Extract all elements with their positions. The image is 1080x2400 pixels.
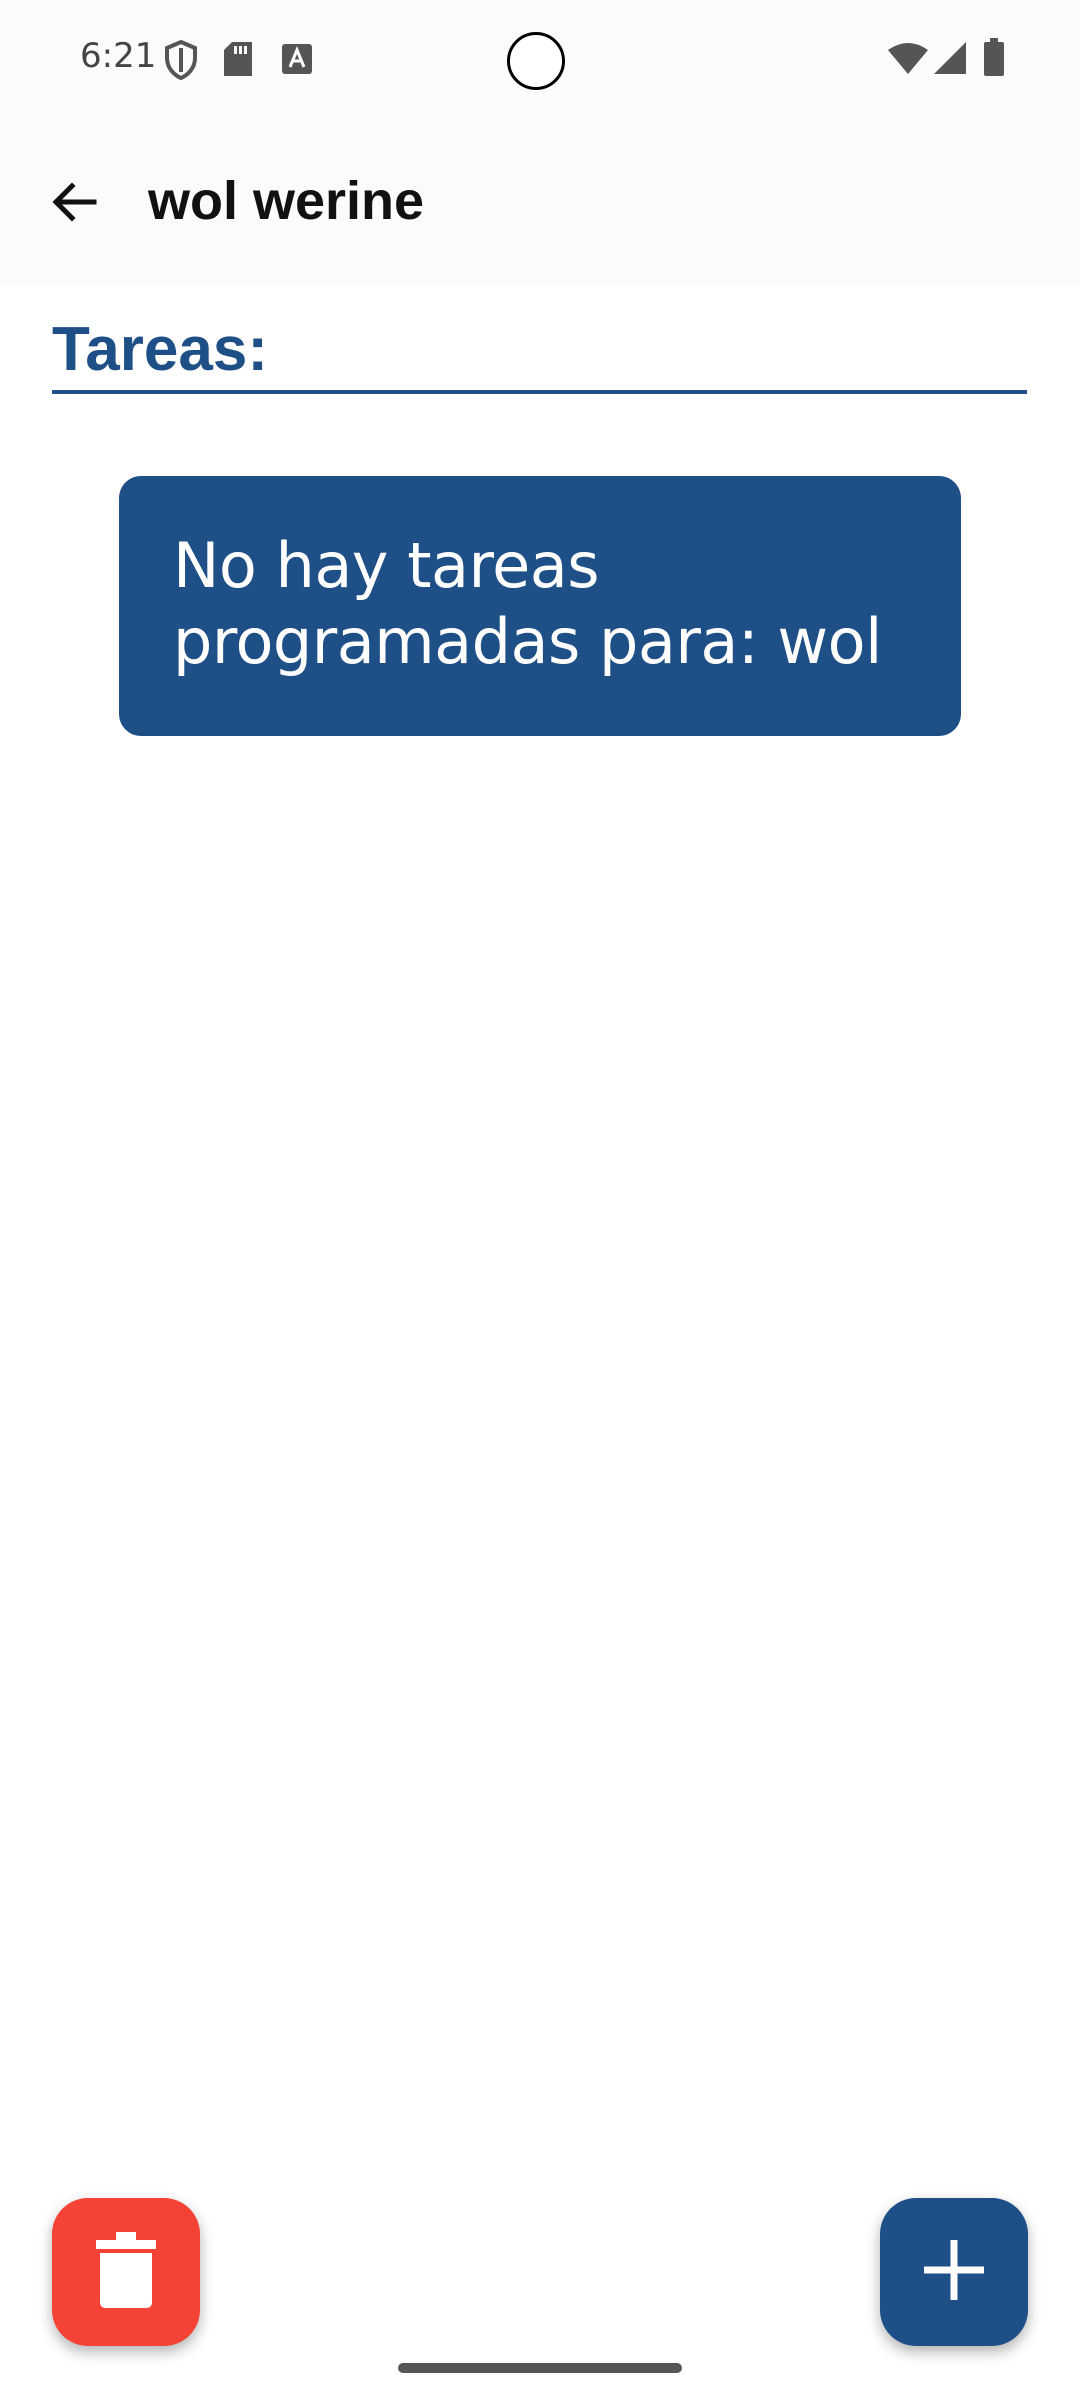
delete-button[interactable] [52,2198,200,2346]
status-bar: 6:21 [0,0,1080,120]
empty-state-card: No hay tareas programadas para: wol [119,476,961,736]
add-button[interactable] [880,2198,1028,2346]
shield-icon [164,39,198,85]
cell-signal-icon [934,42,966,79]
sd-card-icon [224,42,252,81]
section-title: Tareas: [52,315,268,384]
app-bar: wol werine [0,120,1080,286]
battery-icon [984,38,1004,81]
empty-state-message: No hay tareas programadas para: wol [173,529,882,678]
camera-cutout [507,32,565,90]
trash-icon [96,2231,156,2313]
page-title: wol werine [148,171,425,231]
plus-icon [922,2238,986,2307]
section-header: Tareas: [52,314,1027,394]
back-button[interactable] [34,164,114,244]
status-time: 6:21 [80,36,157,76]
font-a-icon [282,44,312,79]
home-indicator[interactable] [398,2363,682,2373]
wifi-icon [888,42,928,79]
arrow-left-icon [50,178,98,231]
